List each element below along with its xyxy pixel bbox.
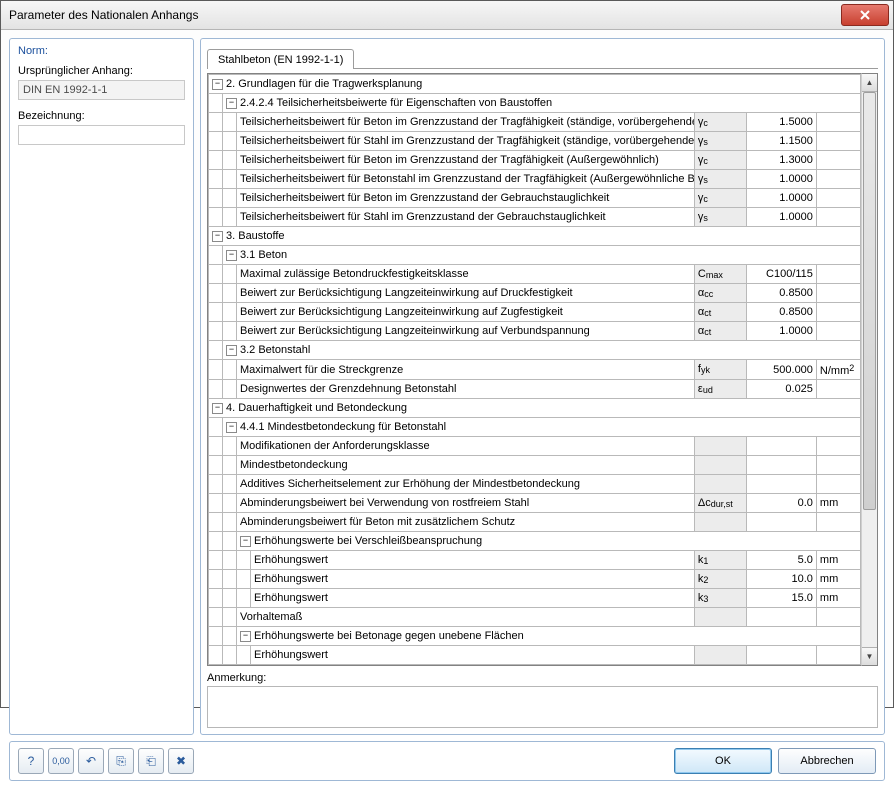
param-row[interactable]: Teilsicherheitsbeiwert für Beton im Gren…	[209, 151, 861, 170]
window-title: Parameter des Nationalen Anhangs	[9, 8, 841, 22]
delete-icon: ✖	[176, 754, 186, 768]
param-row[interactable]: Teilsicherheitsbeiwert für Beton im Gren…	[209, 189, 861, 208]
group-row[interactable]: −3.2 Betonstahl	[209, 341, 861, 360]
param-row[interactable]: Maximal zulässige Betondruckfestigkeitsk…	[209, 265, 861, 284]
original-annex-field	[18, 80, 185, 100]
scroll-thumb[interactable]	[863, 92, 876, 510]
paste-button[interactable]: ⎗	[138, 748, 164, 774]
titlebar: Parameter des Nationalen Anhangs	[1, 1, 893, 30]
tab-stahlbeton[interactable]: Stahlbeton (EN 1992-1-1)	[207, 49, 354, 69]
decimals-button[interactable]: 0,00	[48, 748, 74, 774]
help-icon: ?	[28, 754, 35, 768]
paste-icon: ⎗	[146, 754, 156, 769]
group-row[interactable]: −2.4.2.4 Teilsicherheitsbeiwerte für Eig…	[209, 94, 861, 113]
param-row[interactable]: Teilsicherheitsbeiwert für Stahl im Gren…	[209, 132, 861, 151]
param-row[interactable]: Beiwert zur Berücksichtigung Langzeitein…	[209, 303, 861, 322]
designation-field[interactable]	[18, 125, 185, 145]
param-row[interactable]: Beiwert zur Berücksichtigung Langzeitein…	[209, 322, 861, 341]
param-row[interactable]: Teilsicherheitsbeiwert für Beton im Gren…	[209, 113, 861, 132]
param-row[interactable]: Maximalwert für die Streckgrenzefyk500.0…	[209, 360, 861, 380]
param-row[interactable]: Teilsicherheitsbeiwert für Betonstahl im…	[209, 170, 861, 189]
vertical-scrollbar[interactable]: ▲ ▼	[861, 73, 878, 666]
close-button[interactable]	[841, 4, 889, 26]
param-row[interactable]: Erhöhungswertk15.0mm	[209, 551, 861, 570]
designation-label: Bezeichnung:	[18, 110, 185, 122]
close-icon	[860, 10, 870, 20]
group-row[interactable]: −Erhöhungswerte bei Verschleißbeanspruch…	[209, 532, 861, 551]
remark-textbox[interactable]	[207, 686, 878, 728]
undo-icon: ↶	[86, 754, 96, 768]
param-row[interactable]: Beiwert zur Berücksichtigung Langzeitein…	[209, 284, 861, 303]
param-row[interactable]: Modifikationen der Anforderungsklasse	[209, 437, 861, 456]
collapse-icon[interactable]: −	[212, 231, 223, 242]
group-row[interactable]: −Erhöhungswerte bei Betonage gegen unebe…	[209, 627, 861, 646]
group-row[interactable]: −3. Baustoffe	[209, 227, 861, 246]
param-row[interactable]: Vorhaltemaß	[209, 608, 861, 627]
collapse-icon[interactable]: −	[212, 403, 223, 414]
param-row[interactable]: Abminderungsbeiwert bei Verwendung von r…	[209, 494, 861, 513]
scroll-down-icon[interactable]: ▼	[862, 647, 877, 665]
param-row[interactable]: Erhöhungswert	[209, 646, 861, 665]
param-row[interactable]: Mindestbetondeckung	[209, 456, 861, 475]
original-annex-label: Ursprünglicher Anhang:	[18, 65, 185, 77]
group-row[interactable]: −4.4.1 Mindestbetondeckung für Betonstah…	[209, 418, 861, 437]
right-panel: Stahlbeton (EN 1992-1-1)	[200, 38, 885, 735]
ok-button[interactable]: OK	[674, 748, 772, 774]
delete-button[interactable]: ✖	[168, 748, 194, 774]
left-panel: Norm: Ursprünglicher Anhang: Bezeichnung…	[9, 38, 194, 735]
param-row[interactable]: Erhöhungswertk210.0mm	[209, 570, 861, 589]
group-row[interactable]: −3.1 Beton	[209, 246, 861, 265]
collapse-icon[interactable]: −	[226, 345, 237, 356]
collapse-icon[interactable]: −	[226, 422, 237, 433]
help-button[interactable]: ?	[18, 748, 44, 774]
copy-button[interactable]: ⎘	[108, 748, 134, 774]
cancel-button[interactable]: Abbrechen	[778, 748, 876, 774]
button-bar: ? 0,00 ↶ ⎘ ⎗ ✖ OK Abbrechen	[9, 741, 885, 781]
parameter-tree-grid[interactable]: −2. Grundlagen für die Tragwerksplanung …	[207, 73, 861, 666]
decimals-icon: 0,00	[52, 756, 70, 766]
norm-heading: Norm:	[18, 45, 185, 57]
param-row[interactable]: Erhöhungswertk315.0mm	[209, 589, 861, 608]
collapse-icon[interactable]: −	[212, 79, 223, 90]
remark-label: Anmerkung:	[207, 672, 878, 684]
copy-icon: ⎘	[116, 754, 126, 769]
scroll-up-icon[interactable]: ▲	[862, 74, 877, 92]
group-row[interactable]: −4. Dauerhaftigkeit und Betondeckung	[209, 399, 861, 418]
param-row[interactable]: Teilsicherheitsbeiwert für Stahl im Gren…	[209, 208, 861, 227]
collapse-icon[interactable]: −	[226, 98, 237, 109]
collapse-icon[interactable]: −	[240, 631, 251, 642]
collapse-icon[interactable]: −	[240, 536, 251, 547]
reset-button[interactable]: ↶	[78, 748, 104, 774]
param-row[interactable]: Designwertes der Grenzdehnung Betonstahl…	[209, 380, 861, 399]
dialog-window: Parameter des Nationalen Anhangs Norm: U…	[0, 0, 894, 708]
group-row[interactable]: −2. Grundlagen für die Tragwerksplanung	[209, 75, 861, 94]
param-row[interactable]: Abminderungsbeiwert für Beton mit zusätz…	[209, 513, 861, 532]
param-row[interactable]: Additives Sicherheitselement zur Erhöhun…	[209, 475, 861, 494]
collapse-icon[interactable]: −	[226, 250, 237, 261]
